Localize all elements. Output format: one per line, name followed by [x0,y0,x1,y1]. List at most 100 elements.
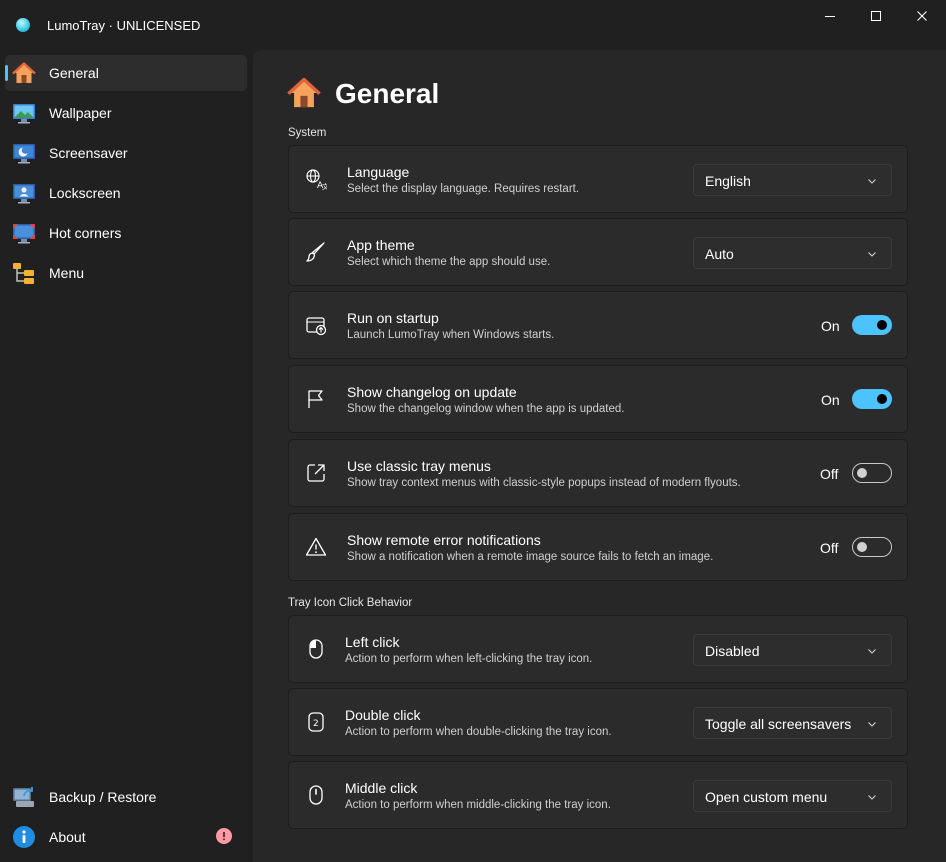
title-bar: LumoTray · UNLICENSED [0,0,946,50]
content-area: General System A 文 Language Select the d… [253,50,946,862]
wallpaper-icon [13,104,35,124]
home-icon [12,62,36,83]
maximize-icon [871,11,881,21]
sidebar-item-about[interactable]: About [5,819,247,855]
startup-icon [306,317,327,336]
sidebar-item-label: Hot corners [49,225,122,241]
minimize-icon [825,16,835,17]
home-icon [287,77,321,108]
svg-text:文: 文 [322,182,327,190]
double-click-dropdown[interactable]: Toggle all screensavers [693,707,892,739]
sidebar-item-menu[interactable]: Menu [5,255,247,291]
dropdown-value: Open custom menu [705,789,828,805]
backup-icon [13,787,34,807]
sidebar-item-label: General [49,65,99,81]
setting-title: Double click [345,707,421,723]
screensaver-icon [13,144,35,164]
sidebar-item-label: Backup / Restore [49,789,157,805]
toggle-knob [857,542,867,552]
sidebar-item-screensaver[interactable]: Screensaver [5,135,247,171]
sidebar-item-label: About [49,829,86,845]
selection-indicator [5,65,8,81]
remote-error-notifications-toggle[interactable] [852,537,892,557]
notification-badge [216,828,232,844]
hot-corners-icon [13,224,35,244]
setting-description: Show the changelog window when the app i… [347,403,625,415]
classic-tray-menus-toggle[interactable] [852,463,892,483]
setting-title: Show remote error notifications [347,532,541,548]
setting-description: Select the display language. Requires re… [347,183,580,195]
setting-description: Action to perform when middle-clicking t… [345,799,611,811]
maximize-button[interactable] [853,0,899,32]
mouse-double-icon: 2 [308,712,324,732]
dropdown-value: Auto [705,246,734,262]
app-theme-dropdown[interactable]: Auto [693,237,892,269]
dropdown-value: English [705,173,751,189]
sidebar-item-lockscreen[interactable]: Lockscreen [5,175,247,211]
section-header-tray-icon-click-behavior: Tray Icon Click Behavior [288,597,413,609]
chevron-down-icon [868,252,876,257]
sidebar-item-general[interactable]: General [5,55,247,91]
setting-card-classic-tray-menus: Use classic tray menus Show tray context… [288,439,908,507]
dropdown-value: Disabled [705,643,760,659]
setting-description: Action to perform when left-clicking the… [345,653,593,665]
dropdown-value: Toggle all screensavers [705,716,852,732]
page-title: General [335,78,440,109]
info-icon [13,826,35,848]
setting-title: Run on startup [347,310,439,326]
alert-icon [223,832,225,841]
setting-card-language: A 文 Language Select the display language… [288,145,908,213]
chevron-down-icon [868,722,876,727]
flag-icon [308,390,323,408]
setting-card-app-theme: App theme Select which theme the app sho… [288,218,908,286]
window-title: LumoTray · UNLICENSED [47,18,201,33]
setting-card-double-click: 2 Double click Action to perform when do… [288,688,908,756]
app-logo-icon [16,18,30,32]
left-click-dropdown[interactable]: Disabled [693,634,892,666]
setting-title: App theme [347,237,415,253]
toggle-state-label: Off [820,466,839,482]
sidebar-item-label: Wallpaper [49,105,112,121]
mouse-middle-icon [309,785,323,805]
toggle-state-label: Off [820,540,839,556]
lockscreen-icon [13,184,35,204]
mouse-left-icon [309,639,323,659]
toggle-knob [877,394,887,404]
setting-description: Show tray context menus with classic-sty… [347,477,741,489]
toggle-knob [857,468,867,478]
toggle-state-label: On [821,318,840,334]
close-button[interactable] [899,0,945,32]
sidebar-item-backup-restore[interactable]: Backup / Restore [5,779,247,815]
close-icon [917,11,927,21]
sidebar-item-label: Screensaver [49,145,128,161]
setting-card-remote-error-notifications: Show remote error notifications Show a n… [288,513,908,581]
setting-title: Show changelog on update [347,384,517,400]
setting-title: Language [347,164,410,180]
show-changelog-toggle[interactable] [852,389,892,409]
sidebar-item-label: Menu [49,265,85,281]
chevron-down-icon [868,795,876,800]
sidebar-item-wallpaper[interactable]: Wallpaper [5,95,247,131]
chevron-down-icon [868,649,876,654]
setting-card-middle-click: Middle click Action to perform when midd… [288,761,908,829]
open-external-icon [307,464,325,482]
setting-card-run-on-startup: Run on startup Launch LumoTray when Wind… [288,291,908,359]
setting-description: Show a notification when a remote image … [347,551,714,563]
warning-icon [305,537,327,556]
language-dropdown[interactable]: English [693,164,892,196]
minimize-button[interactable] [807,0,853,32]
setting-description: Launch LumoTray when Windows starts. [347,329,555,341]
brush-icon [306,242,325,262]
section-header-system: System [288,127,327,139]
sidebar-item-hot-corners[interactable]: Hot corners [5,215,247,251]
language-icon: A 文 [306,169,327,190]
sidebar-item-label: Lockscreen [49,185,121,201]
run-on-startup-toggle[interactable] [852,315,892,335]
setting-title: Middle click [345,780,418,796]
toggle-knob [877,320,887,330]
setting-title: Left click [345,634,400,650]
middle-click-dropdown[interactable]: Open custom menu [693,780,892,812]
setting-card-show-changelog: Show changelog on update Show the change… [288,365,908,433]
menu-tree-icon [13,263,34,284]
setting-title: Use classic tray menus [347,458,491,474]
